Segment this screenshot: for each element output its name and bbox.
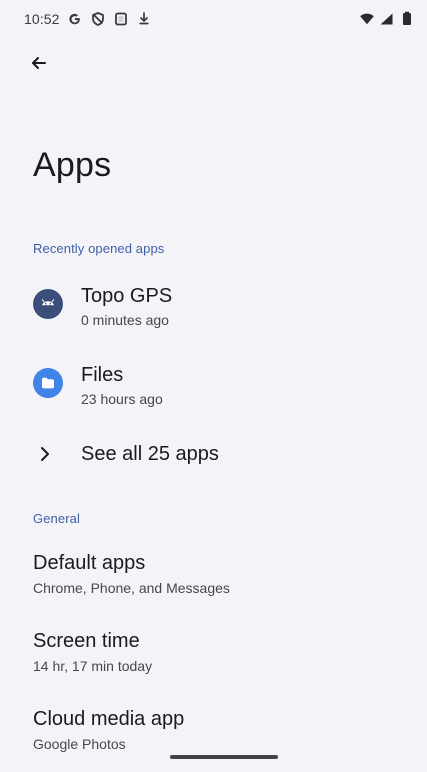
battery-icon [399,11,415,27]
see-all-apps-label: See all 25 apps [81,443,219,465]
gesture-navigation-handle[interactable] [170,755,278,759]
recent-app-name: Files [81,364,124,386]
cell-signal-icon [379,11,395,27]
cloud-media-app-setting[interactable]: Cloud media app Google Photos [0,704,427,772]
status-bar: 10:52 [0,0,427,38]
recent-app-name: Topo GPS [81,285,173,307]
back-button[interactable] [22,48,56,82]
see-all-apps-button[interactable]: See all 25 apps [0,431,427,479]
download-icon [136,11,152,27]
status-left: 10:52 [24,11,152,27]
recent-app-item-topo-gps[interactable]: Topo GPS 0 minutes ago [0,271,427,333]
android-icon [33,289,63,319]
screen-record-icon [113,11,129,27]
default-apps-setting[interactable]: Default apps Chrome, Phone, and Messages [0,548,427,616]
setting-summary: Chrome, Phone, and Messages [33,580,230,596]
setting-title: Default apps [33,552,146,574]
chevron-right-icon [37,445,53,463]
setting-summary: Google Photos [33,736,126,752]
vpn-shield-icon [90,11,106,27]
recent-app-item-files[interactable]: Files 23 hours ago [0,350,427,412]
status-time: 10:52 [24,11,60,27]
google-g-icon [67,11,83,27]
status-right [359,11,415,27]
general-section-header: General [33,511,80,526]
folder-icon [33,368,63,398]
wifi-icon [359,11,375,27]
page-title: Apps [33,146,112,184]
setting-title: Cloud media app [33,708,185,730]
recent-app-last-opened: 0 minutes ago [81,312,169,328]
setting-summary: 14 hr, 17 min today [33,658,153,674]
setting-title: Screen time [33,630,140,652]
recent-apps-section-header: Recently opened apps [33,241,165,256]
back-arrow-icon [29,53,49,78]
screen-time-setting[interactable]: Screen time 14 hr, 17 min today [0,626,427,694]
recent-app-last-opened: 23 hours ago [81,391,163,407]
